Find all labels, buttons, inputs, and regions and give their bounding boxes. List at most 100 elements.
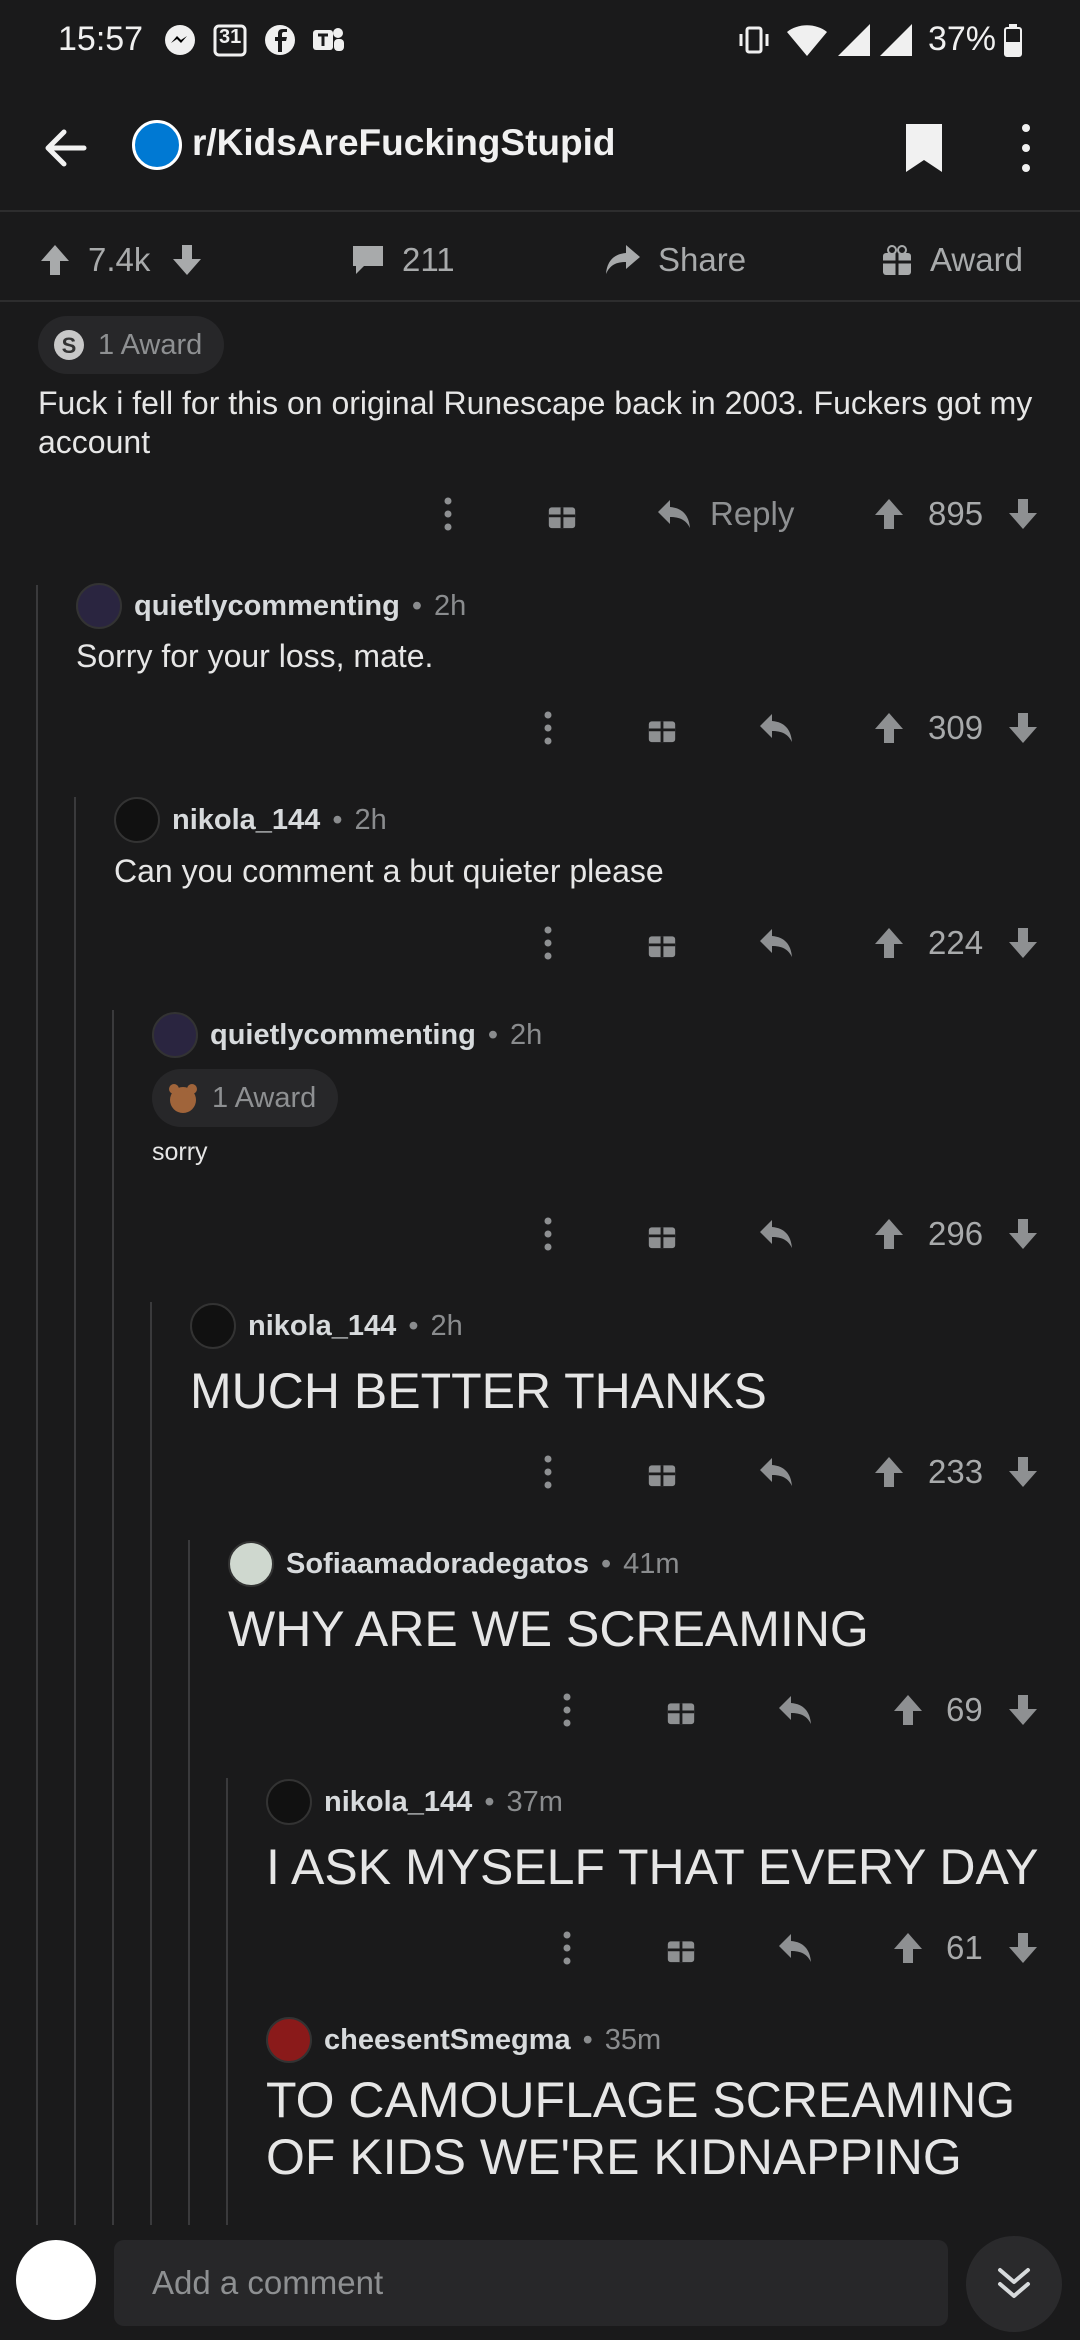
gift-icon[interactable] [646, 712, 678, 744]
downvote-icon[interactable] [1006, 711, 1040, 745]
vibrate-icon [739, 26, 769, 54]
reply-icon[interactable] [758, 1218, 794, 1250]
comment-body: Sorry for your loss, mate. [76, 638, 434, 674]
more-icon[interactable] [538, 1214, 558, 1254]
avatar[interactable] [114, 797, 160, 843]
username[interactable]: cheesentSmegma [324, 2024, 571, 2057]
bear-award-icon [169, 1084, 197, 1113]
comment-meta: cheesentSmegma • 35m [266, 2017, 661, 2063]
downvote-icon[interactable] [170, 243, 204, 277]
back-arrow-icon[interactable] [38, 120, 94, 176]
comment-actions: 61 [0, 1920, 1080, 1976]
comment-meta: quietlycommenting • 2h [152, 1012, 542, 1058]
avatar[interactable] [266, 2017, 312, 2063]
username[interactable]: quietlycommenting [134, 590, 400, 623]
comment-actions: 309 [0, 700, 1080, 756]
award-badge[interactable]: 1 Award [152, 1069, 339, 1127]
username[interactable]: quietlycommenting [210, 1019, 476, 1052]
username[interactable]: nikola_144 [172, 804, 320, 837]
facebook-icon [265, 25, 295, 55]
upvote-icon[interactable] [872, 497, 906, 531]
username[interactable]: nikola_144 [248, 1310, 396, 1343]
downvote-icon[interactable] [1006, 1455, 1040, 1489]
reply-icon[interactable] [758, 1456, 794, 1488]
award-badge[interactable]: S 1 Award [38, 316, 225, 374]
reply-button[interactable]: Reply [656, 495, 794, 533]
reply-icon[interactable] [777, 1932, 813, 1964]
avatar[interactable] [190, 1303, 236, 1349]
post-comments-button[interactable]: 211 [350, 230, 455, 290]
reply-icon[interactable] [758, 927, 794, 959]
post-vote-group: 7.4k [38, 230, 220, 290]
upvote-icon[interactable] [38, 243, 72, 277]
thread-line-1[interactable] [36, 585, 38, 2225]
avatar[interactable] [76, 583, 122, 629]
thread-line-6[interactable] [226, 1778, 228, 2225]
more-icon[interactable] [538, 708, 558, 748]
gift-icon[interactable] [546, 498, 578, 530]
subreddit-avatar[interactable] [132, 120, 182, 170]
downvote-icon[interactable] [1006, 1693, 1040, 1727]
svg-text:S: S [62, 333, 77, 358]
thread-line-5[interactable] [188, 1540, 190, 2225]
comment-time: 2h [434, 589, 467, 622]
gift-icon[interactable] [646, 1456, 678, 1488]
upvote-icon[interactable] [891, 1931, 925, 1965]
comment-body: sorry [152, 1138, 208, 1166]
username[interactable]: Sofiaamadoradegatos [286, 1548, 589, 1581]
comment-body: I ASK MYSELF THAT EVERY DAY [266, 1839, 1039, 1895]
comment-time: 41m [623, 1547, 680, 1580]
award-count: 1 Award [98, 328, 203, 361]
share-button[interactable]: Share [604, 230, 746, 290]
downvote-icon[interactable] [1006, 926, 1040, 960]
comment-actions: 296 [0, 1206, 1080, 1262]
upvote-icon[interactable] [872, 1455, 906, 1489]
bookmark-icon[interactable] [902, 120, 946, 176]
avatar[interactable] [152, 1012, 198, 1058]
subreddit-name[interactable]: r/KidsAreFuckingStupid [192, 122, 615, 164]
comment-meta: nikola_144 • 2h [114, 797, 387, 843]
reply-icon[interactable] [777, 1694, 813, 1726]
status-bar: 15:57 31 37% [0, 0, 1080, 80]
thread-line-3[interactable] [112, 1010, 114, 2225]
upvote-icon[interactable] [891, 1693, 925, 1727]
award-button[interactable]: Award [880, 230, 1023, 290]
vote-count: 895 [928, 495, 984, 532]
downvote-icon[interactable] [1006, 1931, 1040, 1965]
downvote-icon[interactable] [1006, 1217, 1040, 1251]
avatar[interactable] [228, 1541, 274, 1587]
gift-icon[interactable] [646, 927, 678, 959]
gift-icon[interactable] [646, 1218, 678, 1250]
battery-icon [1004, 24, 1022, 57]
comment-time: 37m [506, 1785, 563, 1818]
more-icon[interactable] [438, 494, 458, 534]
vote-count: 224 [928, 924, 984, 961]
avatar[interactable] [266, 1779, 312, 1825]
gift-icon[interactable] [665, 1694, 697, 1726]
more-icon[interactable] [557, 1928, 577, 1968]
downvote-icon[interactable] [1006, 497, 1040, 531]
reply-icon[interactable] [758, 712, 794, 744]
more-icon[interactable] [557, 1690, 577, 1730]
vote-count: 309 [928, 709, 984, 746]
more-options-icon[interactable] [1016, 120, 1036, 176]
gift-icon[interactable] [665, 1932, 697, 1964]
thread-line-4[interactable] [150, 1302, 152, 2225]
upvote-icon[interactable] [872, 1217, 906, 1251]
vote-count: 233 [928, 1453, 984, 1490]
upvote-icon[interactable] [872, 711, 906, 745]
thread-line-2[interactable] [74, 797, 76, 2225]
share-icon [606, 245, 640, 274]
username[interactable]: nikola_144 [324, 1786, 472, 1819]
add-comment-input[interactable]: Add a comment [114, 2240, 948, 2326]
more-icon[interactable] [538, 923, 558, 963]
comment-body: Fuck i fell for this on original Runesca… [38, 385, 1033, 460]
add-comment-placeholder: Add a comment [152, 2264, 384, 2301]
teams-icon [313, 28, 344, 51]
user-avatar[interactable] [16, 2240, 96, 2320]
reply-icon [658, 500, 690, 528]
next-comment-button[interactable] [966, 2236, 1062, 2332]
more-icon[interactable] [538, 1452, 558, 1492]
upvote-icon[interactable] [872, 926, 906, 960]
comment-meta: Sofiaamadoradegatos • 41m [228, 1541, 680, 1587]
